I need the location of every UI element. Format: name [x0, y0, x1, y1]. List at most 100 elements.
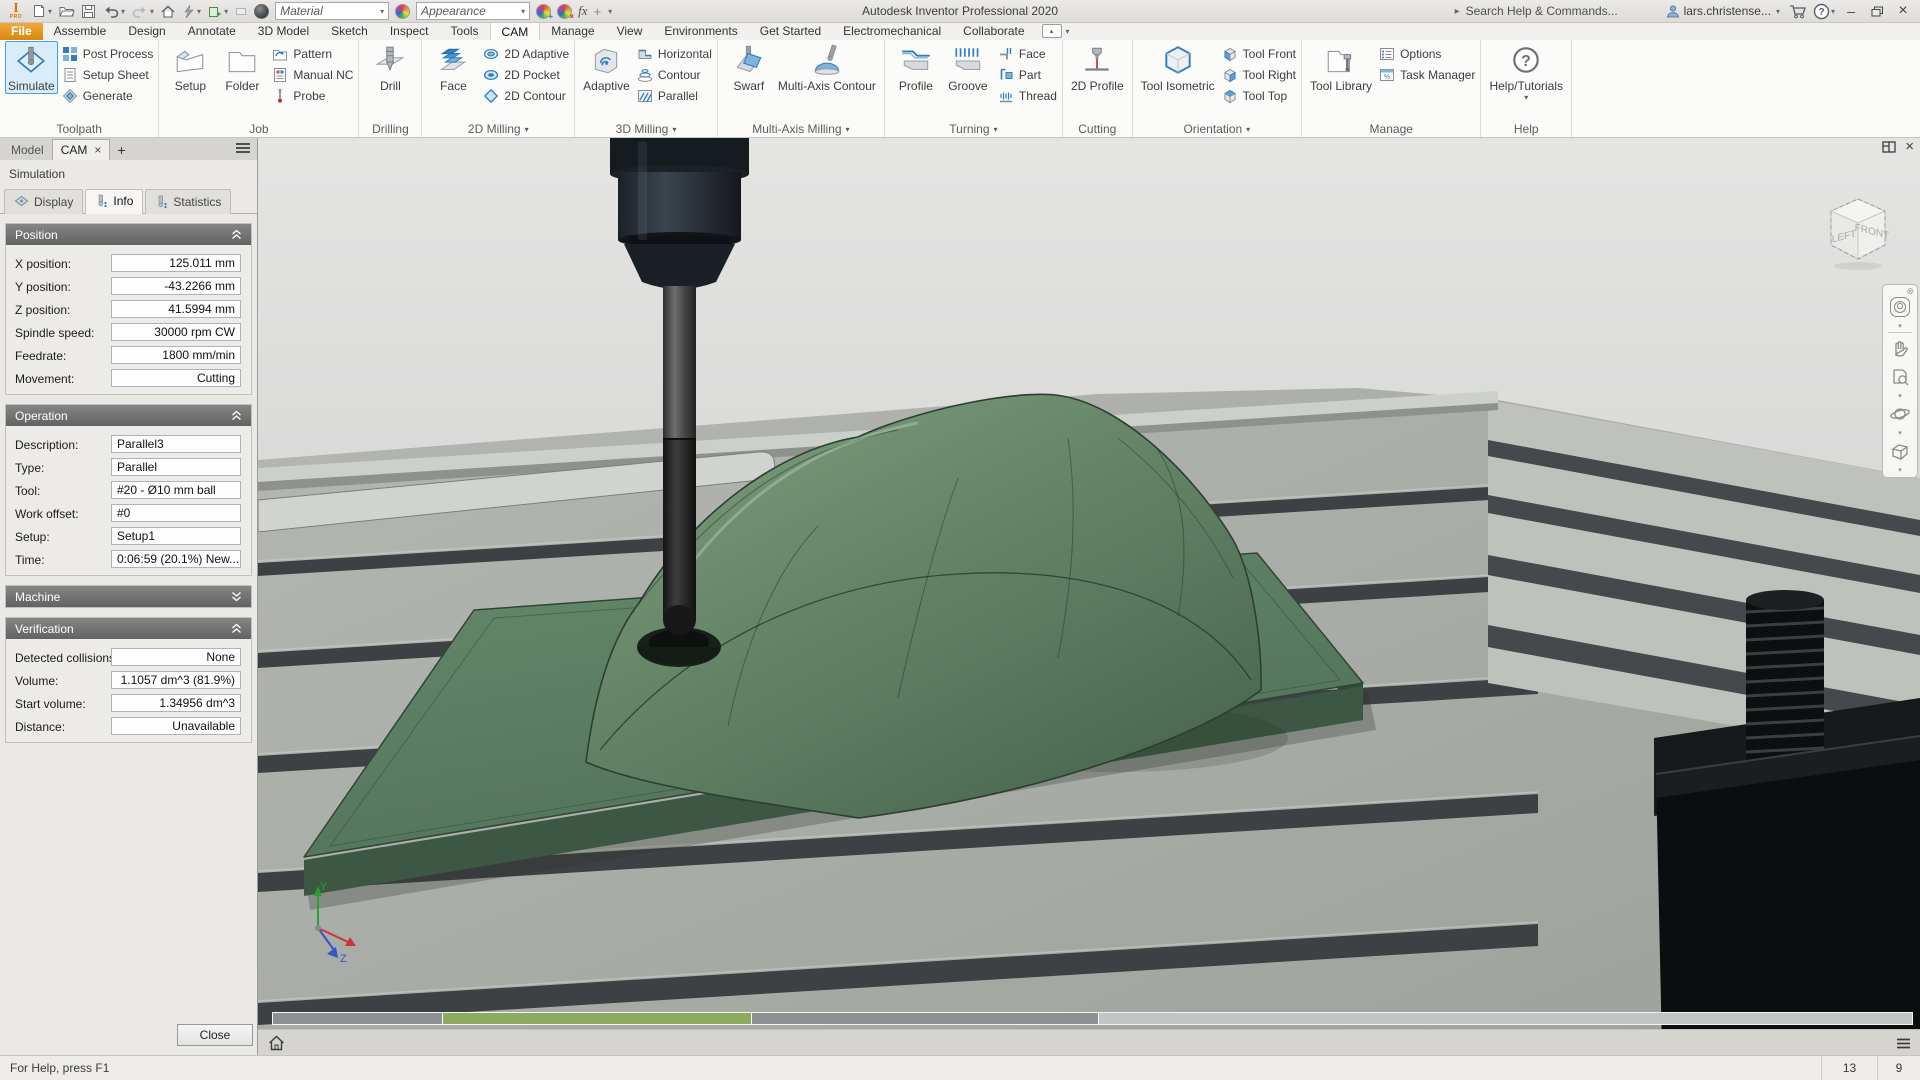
- qat-customize-caret[interactable]: ▾: [605, 1, 615, 21]
- swarf-button[interactable]: Swarf: [723, 41, 775, 94]
- add-browser-tab-button[interactable]: +: [110, 142, 132, 160]
- close-window-button[interactable]: ×: [1890, 1, 1916, 21]
- ribbon-group-label-orientation[interactable]: Orientation▾: [1138, 121, 1296, 137]
- split-view-icon[interactable]: [1882, 141, 1896, 153]
- view-cube[interactable]: LEFT FRONT: [1814, 192, 1902, 280]
- section-header-operation[interactable]: Operation: [6, 405, 251, 426]
- z-position-value[interactable]: 41.5994 mm: [111, 300, 241, 318]
- ribbon-group-label-2d-milling[interactable]: 2D Milling▾: [427, 121, 569, 137]
- simulate-button[interactable]: Simulate: [5, 41, 58, 94]
- contour-3d-button[interactable]: Contour: [637, 66, 712, 83]
- tab-inspect[interactable]: Inspect: [379, 22, 440, 40]
- browser-hamburger-button[interactable]: [1896, 1038, 1911, 1049]
- tool-top-button[interactable]: Tool Top: [1222, 87, 1296, 104]
- progress-segment[interactable]: [273, 1013, 443, 1024]
- tab-get-started[interactable]: Get Started: [749, 22, 832, 40]
- material-combo[interactable]: Material ▾: [275, 2, 389, 20]
- ribbon-group-label-3d-milling[interactable]: 3D Milling▾: [580, 121, 712, 137]
- options-button[interactable]: Options: [1379, 45, 1475, 62]
- parameters-fx-button[interactable]: fx: [575, 1, 590, 21]
- browser-menu-button[interactable]: [235, 142, 251, 154]
- tab-collaborate[interactable]: Collaborate: [952, 22, 1035, 40]
- tool-value[interactable]: #20 - Ø10 mm ball: [111, 481, 241, 499]
- feedrate-value[interactable]: 1800 mm/min: [111, 346, 241, 364]
- look-at-button[interactable]: [1885, 437, 1915, 465]
- close-simulation-button[interactable]: Close: [177, 1024, 253, 1046]
- tab-assemble[interactable]: Assemble: [43, 22, 118, 40]
- dropdown-caret-icon[interactable]: ▾: [1883, 465, 1917, 474]
- section-header-machine[interactable]: Machine: [6, 586, 251, 607]
- home-button[interactable]: [157, 1, 179, 21]
- 2d-adaptive-button[interactable]: 2D Adaptive: [483, 45, 569, 62]
- turn-thread-button[interactable]: Thread: [998, 87, 1057, 104]
- multi-axis-contour-button[interactable]: Multi-Axis Contour: [775, 41, 879, 94]
- tab-sketch[interactable]: Sketch: [320, 22, 379, 40]
- clear-appearance-button[interactable]: ×: [554, 1, 575, 21]
- tab-electromechanical[interactable]: Electromechanical: [832, 22, 952, 40]
- 2d-profile-button[interactable]: 2D Profile: [1068, 41, 1127, 94]
- tool-library-button[interactable]: Tool Library: [1307, 41, 1375, 94]
- browser-tab-model[interactable]: Model: [3, 140, 52, 160]
- description-value[interactable]: Parallel3: [111, 435, 241, 453]
- redo-button[interactable]: ▾: [128, 1, 157, 21]
- tool-front-button[interactable]: Tool Front: [1222, 45, 1296, 62]
- dropdown-caret-icon[interactable]: ▾: [1883, 428, 1917, 437]
- adaptive-button[interactable]: Adaptive: [580, 41, 633, 94]
- close-document-icon[interactable]: ×: [1905, 140, 1914, 154]
- tab-statistics[interactable]: Statistics: [145, 189, 231, 214]
- y-position-value[interactable]: -43.2266 mm: [111, 277, 241, 295]
- pan-button[interactable]: [1885, 335, 1915, 363]
- help-menu-button[interactable]: ? ▾: [1810, 1, 1838, 21]
- progress-segment[interactable]: [443, 1013, 751, 1024]
- tab-info[interactable]: Info: [85, 189, 143, 214]
- save-button[interactable]: [78, 1, 99, 21]
- help-tutorials-button[interactable]: ? Help/Tutorials ▾: [1486, 41, 1566, 103]
- feature-lightning-button[interactable]: ▾: [179, 1, 204, 21]
- folder-button[interactable]: Folder: [216, 41, 268, 94]
- navigation-wheel-button[interactable]: [1885, 293, 1915, 321]
- tab-display[interactable]: Display: [4, 189, 83, 214]
- setup-sheet-button[interactable]: Setup Sheet: [62, 66, 154, 83]
- undo-button[interactable]: ▾: [99, 1, 128, 21]
- volume-value[interactable]: 1.1057 dm^3 (81.9%): [111, 671, 241, 689]
- tab-3d-model[interactable]: 3D Model: [247, 22, 320, 40]
- manual-nc-button[interactable]: Manual NC: [272, 66, 353, 83]
- time-value[interactable]: 0:06:59 (20.1%) New...: [111, 550, 241, 568]
- 2d-pocket-button[interactable]: 2D Pocket: [483, 66, 569, 83]
- face-button[interactable]: Face: [427, 41, 479, 94]
- store-cart-button[interactable]: [1786, 1, 1810, 21]
- turn-part-button[interactable]: Part: [998, 66, 1057, 83]
- tab-design[interactable]: Design: [117, 22, 176, 40]
- turn-groove-button[interactable]: Groove: [942, 41, 994, 94]
- appearance-combo[interactable]: Appearance ▾: [416, 2, 530, 20]
- tool-isometric-button[interactable]: Tool Isometric: [1138, 41, 1218, 94]
- setup-button[interactable]: Setup: [164, 41, 216, 94]
- tab-annotate[interactable]: Annotate: [177, 22, 247, 40]
- post-process-button[interactable]: Post Process: [62, 45, 154, 62]
- new-file-button[interactable]: ▾: [28, 1, 55, 21]
- close-tab-icon[interactable]: ×: [94, 143, 101, 157]
- spindle-speed-value[interactable]: 30000 rpm CW: [111, 323, 241, 341]
- probe-button[interactable]: Probe: [272, 87, 353, 104]
- tab-tools[interactable]: Tools: [440, 22, 490, 40]
- tab-cam[interactable]: CAM: [490, 22, 541, 40]
- pattern-button[interactable]: Pattern: [272, 45, 353, 62]
- turn-face-button[interactable]: Face: [998, 45, 1057, 62]
- user-menu[interactable]: lars.christense... ▾: [1666, 4, 1780, 18]
- work-offset-value[interactable]: #0: [111, 504, 241, 522]
- drill-button[interactable]: Drill: [364, 41, 416, 94]
- start-volume-value[interactable]: 1.34956 dm^3: [111, 694, 241, 712]
- section-header-position[interactable]: Position: [6, 224, 251, 245]
- tool-right-button[interactable]: Tool Right: [1222, 66, 1296, 83]
- adjust-appearance-button[interactable]: +: [533, 1, 554, 21]
- material-sphere-icon[interactable]: [251, 1, 272, 21]
- progress-segment[interactable]: [1099, 1013, 1912, 1024]
- tab-environments[interactable]: Environments: [653, 22, 748, 40]
- ribbon-collapse-button[interactable]: ▴ ▾: [1042, 22, 1070, 40]
- parallel-button[interactable]: Parallel: [637, 87, 712, 104]
- type-value[interactable]: Parallel: [111, 458, 241, 476]
- home-view-button[interactable]: [267, 1034, 286, 1052]
- browser-tab-cam[interactable]: CAM ×: [52, 139, 111, 160]
- restore-button[interactable]: [1864, 1, 1890, 21]
- ribbon-group-label-multi-axis-milling[interactable]: Multi-Axis Milling▾: [723, 121, 879, 137]
